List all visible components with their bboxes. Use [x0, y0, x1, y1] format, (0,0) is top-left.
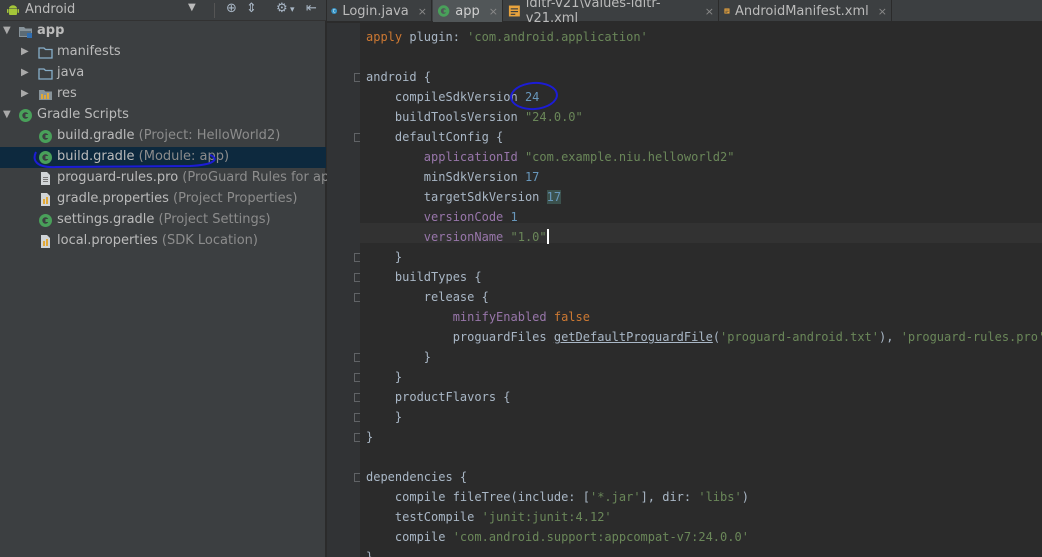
project-panel: Android ▼ ⊕ ⇕ ⚙ ▾ ⇤ ▼ app ▶ manifests ▶ …: [0, 0, 343, 557]
code-line: defaultConfig {: [394, 130, 504, 144]
code-line: applicationId "com.example.niu.helloworl…: [423, 150, 735, 164]
expand-arrow-icon[interactable]: ▶: [21, 46, 29, 57]
tree-item-gradle-scripts[interactable]: ▼ Gradle Scripts: [0, 105, 326, 126]
tab-values-ldltr-xml[interactable]: ldltr-v21\values-ldltr-v21.xml ×: [504, 0, 719, 26]
resource-folder-icon: [39, 90, 52, 100]
code-line: dependencies {: [366, 470, 468, 484]
tab-android-manifest[interactable]: AndroidManifest.xml ×: [720, 0, 892, 22]
tab-label: AndroidManifest.xml: [734, 3, 869, 19]
tree-item-manifests[interactable]: ▶ manifests: [0, 42, 326, 63]
gradle-icon: [437, 5, 450, 17]
code-line: android {: [366, 70, 432, 84]
code-line: versionName "1.0": [423, 229, 549, 244]
code-line: testCompile 'junit:junit:4.12': [394, 510, 612, 524]
code-line: targetSdkVersion 17: [423, 190, 562, 204]
close-icon[interactable]: ×: [418, 5, 427, 18]
android-icon: [7, 5, 19, 15]
text-file-icon: [41, 172, 50, 185]
gradle-icon: [19, 109, 32, 122]
xml-icon: [508, 5, 520, 17]
code-line: apply plugin: 'com.android.application': [366, 30, 648, 44]
code-line: }: [394, 250, 403, 264]
editor-gutter: [327, 23, 361, 557]
code-line: }: [394, 370, 403, 384]
code-line: compile 'com.android.support:appcompat-v…: [394, 530, 749, 544]
tab-app[interactable]: app ×: [433, 0, 503, 22]
folder-icon: [38, 47, 53, 59]
properties-file-icon: [41, 193, 50, 206]
expand-arrow-icon[interactable]: ▶: [21, 67, 29, 78]
toolbar-divider: [214, 3, 215, 18]
editor-tab-bar: C Login.java × app × ldltr-v21\values-ld…: [327, 0, 1042, 26]
code-editor[interactable]: apply plugin: 'com.android.application' …: [360, 23, 1042, 557]
code-line: release {: [423, 290, 489, 304]
annotation-underline-ellipse: [33, 151, 216, 169]
file-name: local.properties: [57, 233, 158, 248]
code-line: buildTypes {: [394, 270, 482, 284]
tree-label: res: [57, 86, 77, 101]
code-line: }: [394, 410, 403, 424]
tab-label: Login.java: [342, 3, 409, 19]
code-line: }: [366, 430, 374, 444]
code-line: versionCode 1: [423, 210, 518, 224]
gear-icon[interactable]: ⚙: [276, 1, 288, 16]
dropdown-icon[interactable]: ▼: [188, 2, 196, 13]
tree-item-settings-gradle[interactable]: settings.gradle (Project Settings): [0, 210, 326, 231]
tree-label: app: [37, 23, 65, 38]
close-icon[interactable]: ×: [489, 5, 498, 18]
gradle-icon: [39, 214, 52, 227]
code-line: productFlavors {: [394, 390, 511, 404]
properties-file-icon: [41, 235, 50, 248]
hide-icon[interactable]: ⇤: [306, 1, 317, 16]
tab-login-java[interactable]: C Login.java ×: [327, 0, 432, 22]
code-line: buildToolsVersion "24.0.0": [394, 110, 583, 124]
file-name: proguard-rules.pro: [57, 170, 179, 185]
gradle-icon: [39, 130, 52, 143]
tree-label: manifests: [57, 44, 121, 59]
target-icon[interactable]: ⊕: [226, 1, 237, 16]
module-folder-icon: [19, 27, 32, 38]
file-hint: (Project Settings): [158, 212, 271, 227]
code-line: }: [366, 550, 374, 557]
source-folder-icon: [38, 68, 53, 80]
text-cursor: [546, 229, 549, 244]
tree-item-proguard-rules[interactable]: proguard-rules.pro (ProGuard Rules for a…: [0, 168, 343, 189]
gear-dropdown-icon[interactable]: ▾: [290, 5, 295, 15]
code-line: }: [423, 350, 432, 364]
expand-arrow-icon[interactable]: ▼: [3, 109, 11, 120]
close-icon[interactable]: ×: [705, 5, 714, 18]
expand-arrow-icon[interactable]: ▼: [3, 25, 11, 36]
file-hint: (Project: HelloWorld2): [138, 128, 281, 143]
tree-item-local-properties[interactable]: local.properties (SDK Location): [0, 231, 326, 252]
close-icon[interactable]: ×: [878, 5, 887, 18]
manifest-icon: [724, 8, 730, 14]
tree-label: java: [57, 65, 85, 80]
file-name: build.gradle: [57, 128, 135, 143]
code-line: proguardFiles getDefaultProguardFile('pr…: [452, 330, 1042, 344]
expand-arrow-icon[interactable]: ▶: [21, 88, 29, 99]
tree-item-build-gradle-project[interactable]: build.gradle (Project: HelloWorld2): [0, 126, 326, 147]
tree-item-java[interactable]: ▶ java: [0, 63, 326, 84]
collapse-icon[interactable]: ⇕: [246, 1, 257, 16]
tree-item-app[interactable]: ▼ app: [0, 21, 326, 42]
file-name: settings.gradle: [57, 212, 155, 227]
project-view-selector[interactable]: Android: [25, 2, 75, 17]
code-line: minSdkVersion 17: [423, 170, 540, 184]
code-line: compile fileTree(include: ['*.jar'], dir…: [394, 490, 749, 504]
code-line: minifyEnabled false: [452, 310, 590, 324]
java-class-icon: C: [331, 8, 338, 14]
tab-label: app: [455, 3, 480, 19]
file-hint: (Project Properties): [173, 191, 298, 206]
tree-label: Gradle Scripts: [37, 107, 129, 122]
svg-text:C: C: [333, 9, 336, 14]
project-panel-toolbar: Android ▼ ⊕ ⇕ ⚙ ▾ ⇤: [0, 0, 326, 21]
file-hint: (ProGuard Rules for app): [182, 170, 343, 185]
tree-item-gradle-properties[interactable]: gradle.properties (Project Properties): [0, 189, 326, 210]
file-name: gradle.properties: [57, 191, 169, 206]
file-hint: (SDK Location): [161, 233, 258, 248]
tree-item-res[interactable]: ▶ res: [0, 84, 326, 105]
